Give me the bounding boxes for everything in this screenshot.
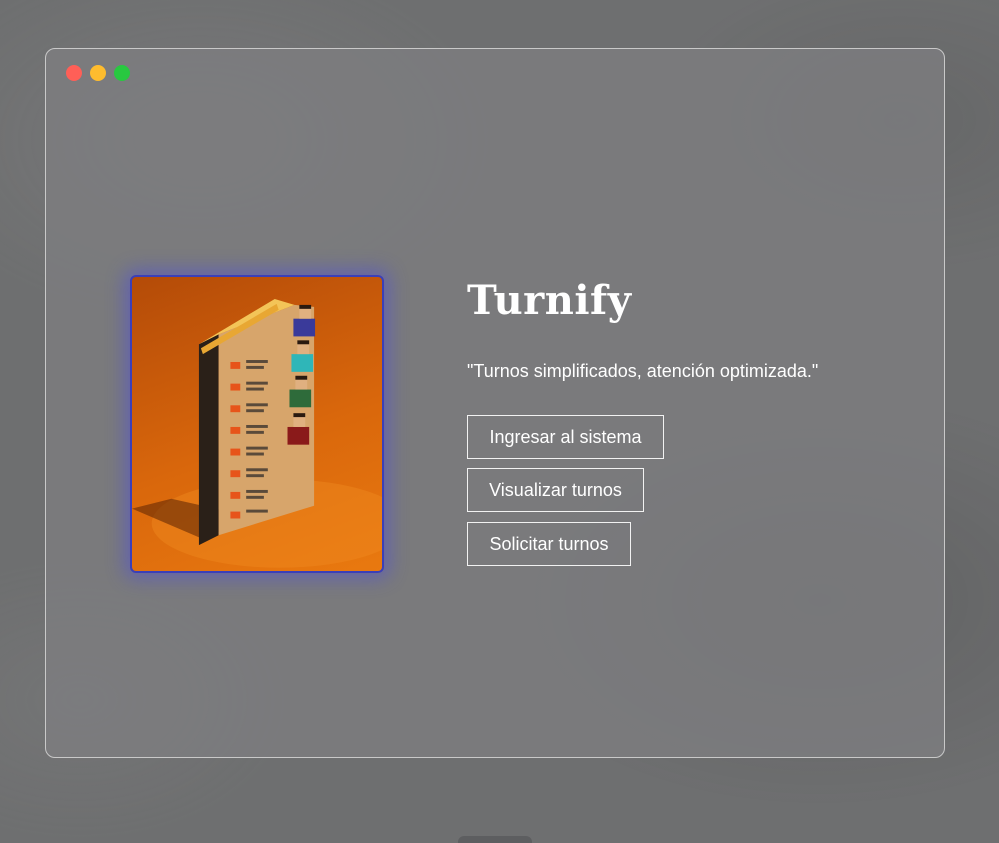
queue-list-illustration — [130, 275, 384, 573]
dock-indicator — [458, 836, 532, 843]
app-title: Turnify — [467, 277, 632, 324]
request-turns-button[interactable]: Solicitar turnos — [467, 522, 631, 566]
minimize-window-button[interactable] — [90, 65, 106, 81]
app-window: Turnify "Turnos simplificados, atención … — [45, 48, 945, 758]
app-tagline: "Turnos simplificados, atención optimiza… — [467, 361, 819, 381]
window-controls — [66, 65, 130, 81]
close-window-button[interactable] — [66, 65, 82, 81]
login-button[interactable]: Ingresar al sistema — [467, 415, 664, 459]
view-turns-button[interactable]: Visualizar turnos — [467, 468, 644, 512]
zoom-window-button[interactable] — [114, 65, 130, 81]
